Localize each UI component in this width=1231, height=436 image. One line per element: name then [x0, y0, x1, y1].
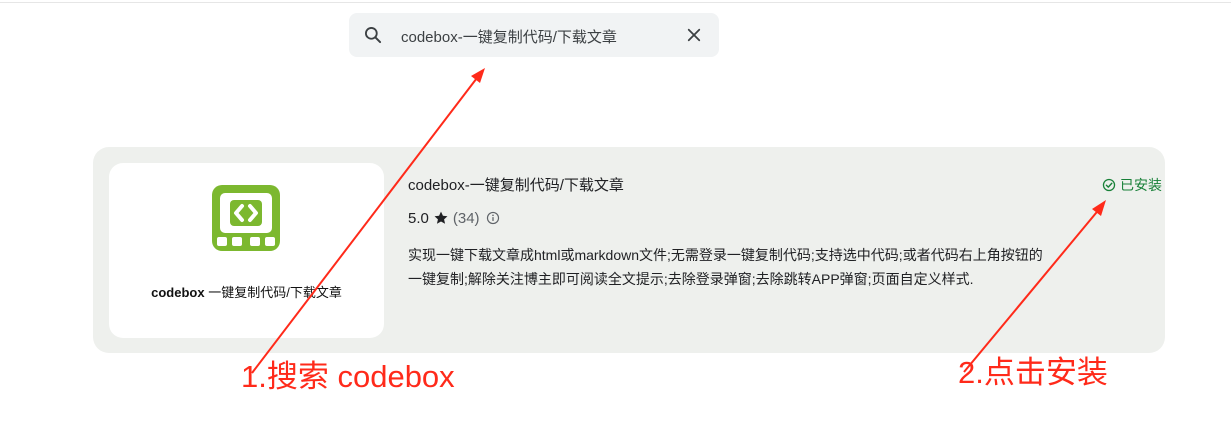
thumbnail-caption-text: 一键复制代码/下载文章	[204, 285, 342, 300]
search-input[interactable]: codebox-一键复制代码/下载文章	[401, 26, 617, 47]
top-divider	[0, 2, 1231, 3]
thumbnail-caption: codebox 一键复制代码/下载文章	[109, 282, 384, 301]
check-circle-icon	[1102, 178, 1116, 192]
extension-description: 实现一键下载文章成html或markdown文件;无需登录一键复制代码;支持选中…	[408, 243, 1148, 291]
annotation-step-1: 1.搜索 codebox	[241, 359, 455, 394]
description-line-2: 一键复制;解除关注博主即可阅读全文提示;去除登录弹窗;去除跳转APP弹窗;页面自…	[408, 271, 974, 287]
search-icon	[365, 27, 382, 44]
description-line-1: 实现一键下载文章成html或markdown文件;无需登录一键复制代码;支持选中…	[408, 247, 1043, 263]
extension-title[interactable]: codebox-一键复制代码/下载文章	[408, 174, 624, 195]
extension-card[interactable]: codebox 一键复制代码/下载文章 codebox-一键复制代码/下载文章 …	[93, 147, 1165, 353]
installed-status: 已安装	[1102, 175, 1162, 195]
star-icon	[434, 211, 448, 224]
rating-value: 5.0	[408, 209, 429, 227]
annotation-step-2: 2.点击安装	[958, 355, 1108, 390]
installed-label: 已安装	[1120, 177, 1162, 193]
info-icon[interactable]	[486, 211, 500, 225]
arrow-to-search-head	[471, 68, 485, 83]
codebox-logo-icon	[212, 185, 280, 251]
rating-row: 5.0 (34)	[408, 209, 500, 227]
search-bar[interactable]: codebox-一键复制代码/下载文章	[349, 13, 719, 57]
extension-thumbnail[interactable]: codebox 一键复制代码/下载文章	[109, 163, 384, 338]
thumbnail-caption-brand: codebox	[151, 285, 205, 300]
review-count[interactable]: (34)	[453, 210, 480, 227]
close-icon[interactable]	[685, 26, 703, 44]
